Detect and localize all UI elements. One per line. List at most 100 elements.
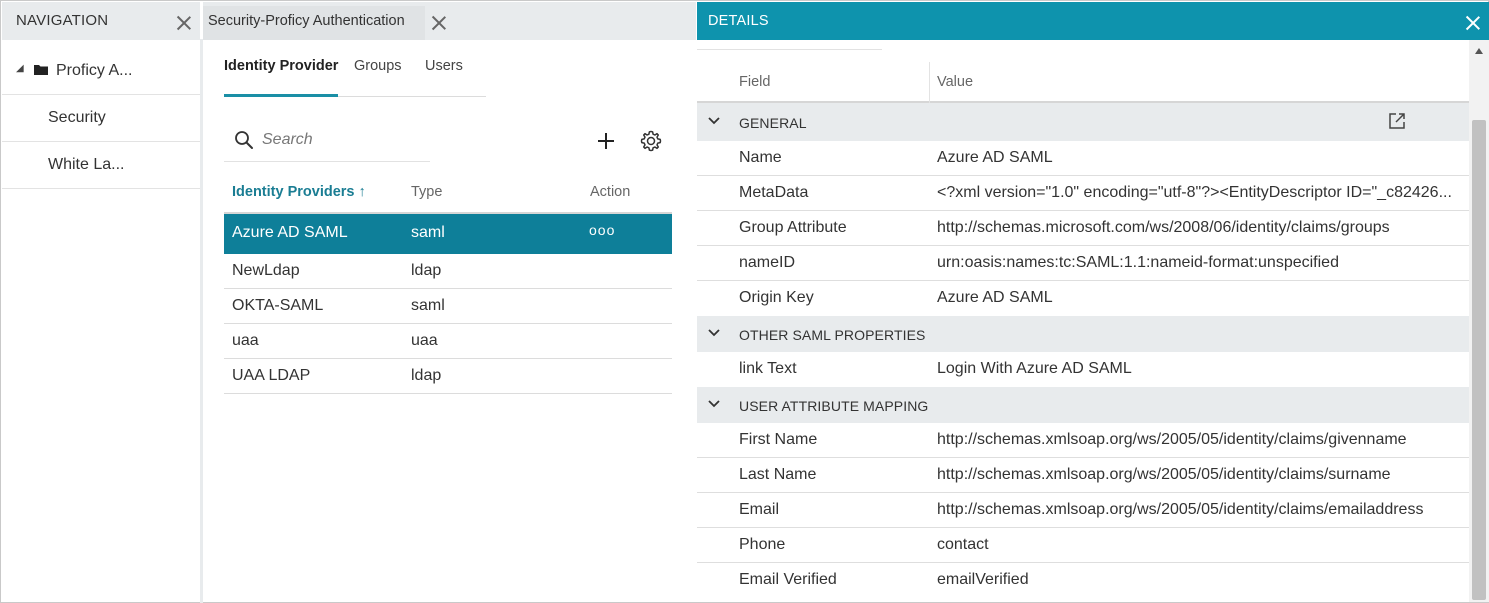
field-value: http://schemas.xmlsoap.org/ws/2005/05/id… (937, 466, 1391, 483)
column-resize-handle[interactable] (929, 62, 930, 103)
detail-row-phone: Phone contact (697, 528, 1469, 563)
close-navigation-icon[interactable] (176, 15, 192, 31)
tree-item-white-label[interactable]: White La... (2, 142, 200, 189)
group-label: GENERAL (739, 115, 807, 131)
field-label: Email (739, 501, 780, 518)
group-user-attribute-mapping[interactable]: USER ATTRIBUTE MAPPING (697, 387, 1469, 423)
table-row[interactable]: NewLdap ldap (224, 254, 672, 289)
chevron-down-icon[interactable] (707, 328, 721, 338)
scrollbar-thumb[interactable] (1472, 120, 1486, 600)
column-header-action: Action (590, 184, 631, 200)
security-panel: Security-Proficy Authentication Identity… (203, 2, 696, 602)
details-grid-header: Field Value (697, 62, 1469, 103)
field-value: emailVerified (937, 571, 1029, 588)
provider-name: OKTA-SAML (232, 297, 324, 314)
detail-row-nameid: nameID urn:oasis:names:tc:SAML:1.1:namei… (697, 246, 1469, 281)
provider-type: saml (411, 224, 445, 241)
tab-label: Security-Proficy Authentication (208, 13, 405, 29)
search-input[interactable] (262, 128, 422, 152)
close-details-icon[interactable] (1465, 15, 1481, 31)
column-header-identity-providers[interactable]: Identity Providers ↑ (232, 184, 366, 200)
group-label: OTHER SAML PROPERTIES (739, 327, 926, 343)
details-panel: DETAILS Field Value GENERAL Name Azure A… (697, 2, 1489, 602)
scroll-up-icon[interactable] (1475, 48, 1483, 54)
field-label: Last Name (739, 466, 817, 483)
field-label: Email Verified (739, 571, 837, 588)
subtab-users[interactable]: Users (425, 57, 463, 96)
provider-name: NewLdap (232, 262, 300, 279)
detail-row-name: Name Azure AD SAML (697, 141, 1469, 176)
field-label: nameID (739, 254, 796, 271)
details-grid: Field Value GENERAL Name Azure AD SAML M… (697, 62, 1469, 598)
field-value: <?xml version="1.0" encoding="utf-8"?><E… (937, 184, 1452, 201)
provider-type: ldap (411, 367, 442, 384)
table-row[interactable]: OKTA-SAML saml (224, 289, 672, 324)
table-row[interactable]: UAA LDAP ldap (224, 359, 672, 394)
tab-security-proficy-authentication[interactable]: Security-Proficy Authentication (203, 6, 425, 40)
open-external-icon[interactable] (1387, 111, 1407, 131)
field-value: http://schemas.xmlsoap.org/ws/2005/05/id… (937, 431, 1407, 448)
gear-icon[interactable] (639, 129, 663, 153)
detail-row-first-name: First Name http://schemas.xmlsoap.org/ws… (697, 423, 1469, 458)
provider-type: saml (411, 297, 445, 314)
column-header-value: Value (937, 74, 974, 90)
field-value: Azure AD SAML (937, 149, 1053, 166)
provider-type: ldap (411, 262, 442, 279)
provider-name: Azure AD SAML (232, 224, 348, 241)
column-header-type[interactable]: Type (411, 184, 442, 200)
tree-item-label: Security (48, 109, 106, 126)
detail-row-link-text: link Text Login With Azure AD SAML (697, 352, 1469, 387)
field-label: Origin Key (739, 289, 814, 306)
field-value: http://schemas.xmlsoap.org/ws/2005/05/id… (937, 501, 1424, 518)
subtab-bar: Identity Provider Groups Users (224, 57, 486, 97)
identity-providers-table: Identity Providers ↑ Type Action Azure A… (224, 174, 672, 394)
tree-item-label: Proficy A... (56, 62, 133, 79)
navigation-header: NAVIGATION (2, 2, 200, 40)
app-window: NAVIGATION ◢ Proficy A... Security White… (0, 0, 1489, 603)
row-actions-menu-icon[interactable]: ooo (589, 222, 615, 238)
provider-name: UAA LDAP (232, 367, 311, 384)
detail-row-group-attribute: Group Attribute http://schemas.microsoft… (697, 211, 1469, 246)
field-label: Name (739, 149, 782, 166)
document-tabbar: Security-Proficy Authentication (203, 2, 696, 40)
table-row[interactable]: Azure AD SAML saml ooo (224, 214, 672, 254)
column-header-field: Field (739, 74, 771, 90)
detail-row-origin-key: Origin Key Azure AD SAML (697, 281, 1469, 316)
subtab-identity-provider[interactable]: Identity Provider (224, 57, 339, 97)
provider-name: uaa (232, 332, 259, 349)
expand-caret-icon[interactable]: ◢ (16, 63, 24, 74)
details-header: DETAILS (697, 2, 1489, 40)
sort-ascending-icon: ↑ (358, 184, 366, 200)
group-label: USER ATTRIBUTE MAPPING (739, 398, 929, 414)
search-box (224, 122, 430, 162)
navigation-panel: NAVIGATION ◢ Proficy A... Security White… (2, 2, 200, 602)
close-tab-icon[interactable] (431, 15, 447, 31)
add-provider-icon[interactable] (595, 130, 617, 152)
table-row[interactable]: uaa uaa (224, 324, 672, 359)
chevron-down-icon[interactable] (707, 116, 721, 126)
field-value: Azure AD SAML (937, 289, 1053, 306)
divider (697, 49, 882, 50)
navigation-title: NAVIGATION (16, 12, 109, 29)
folder-icon (34, 65, 48, 75)
subtab-groups[interactable]: Groups (354, 57, 402, 96)
chevron-down-icon[interactable] (707, 399, 721, 409)
tree-item-label: White La... (48, 156, 125, 173)
detail-row-email-verified: Email Verified emailVerified (697, 563, 1469, 598)
field-label: link Text (739, 360, 797, 377)
field-label: MetaData (739, 184, 809, 201)
search-icon (235, 131, 253, 149)
group-other-saml-properties[interactable]: OTHER SAML PROPERTIES (697, 316, 1469, 352)
tree-item-proficy[interactable]: ◢ Proficy A... (2, 48, 200, 95)
field-value: contact (937, 536, 989, 553)
table-header: Identity Providers ↑ Type Action (224, 174, 672, 214)
details-scrollbar[interactable] (1469, 40, 1489, 602)
field-label: Phone (739, 536, 786, 553)
tree-item-security[interactable]: Security (2, 95, 200, 142)
field-label: Group Attribute (739, 219, 847, 236)
details-title: DETAILS (708, 13, 769, 29)
provider-type: uaa (411, 332, 438, 349)
group-general[interactable]: GENERAL (697, 103, 1469, 141)
detail-row-last-name: Last Name http://schemas.xmlsoap.org/ws/… (697, 458, 1469, 493)
field-value: Login With Azure AD SAML (937, 360, 1132, 377)
